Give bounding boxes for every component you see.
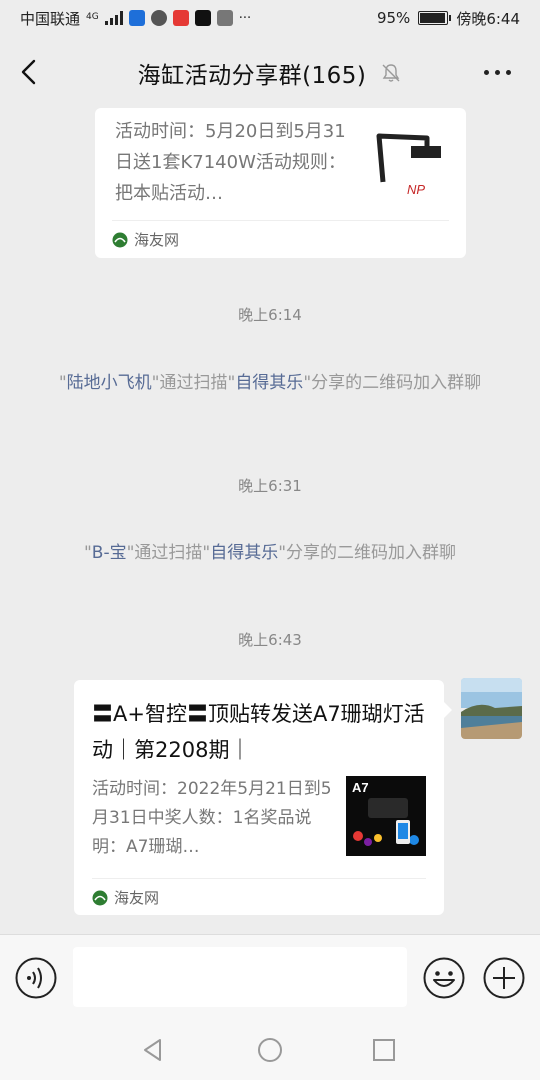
plus-icon[interactable] <box>482 956 526 1000</box>
system-message: "陆地小飞机"通过扫描"自得其乐"分享的二维码加入群聊 <box>40 369 500 397</box>
timestamp: 晚上6:43 <box>238 631 302 649</box>
network-type-label: 4G <box>86 11 99 22</box>
article-thumbnail: A7 <box>346 776 426 856</box>
battery-percent: 95% <box>376 9 411 27</box>
shared-article-card[interactable]: 活动时间：5月20日到5月31日送1套K7140W活动规则：把本贴活动… NP … <box>95 108 466 258</box>
card-title: 〓A+智控〓顶贴转发送A7珊瑚灯活动｜第2208期｜ <box>92 702 425 762</box>
card-source-label: 海友网 <box>134 231 180 249</box>
system-nav-bar <box>0 1020 540 1080</box>
chat-header: 海缸活动分享群(165) <box>0 36 540 110</box>
nav-back-icon[interactable] <box>137 1034 169 1066</box>
inviter-link[interactable]: 自得其乐 <box>210 543 278 563</box>
chat-input-bar <box>0 934 540 1020</box>
signal-icon <box>104 11 123 25</box>
system-message: "B-宝"通过扫描"自得其乐"分享的二维码加入群聊 <box>40 539 500 567</box>
shared-article-card[interactable]: 〓A+智控〓顶贴转发送A7珊瑚灯活动｜第2208期｜ 活动时间：2022年5月2… <box>74 680 452 915</box>
carrier-label: 中国联通 <box>20 9 81 28</box>
thumbnail-title-text: A7 <box>352 780 369 795</box>
quote-mark: " <box>58 373 67 393</box>
status-time: 傍晚6:44 <box>456 9 520 28</box>
system-text: "分享的二维码加入群聊 <box>278 543 457 563</box>
tiktok-icon <box>194 10 211 26</box>
timestamp: 晚上6:14 <box>238 306 302 324</box>
more-dots-icon[interactable] <box>484 60 516 84</box>
timestamp: 晚上6:31 <box>238 477 302 495</box>
app-notification-icon <box>128 10 145 26</box>
nav-recents-icon[interactable] <box>368 1034 400 1066</box>
card-source: 海友网 <box>112 220 449 250</box>
chat-title: 海缸活动分享群(165) <box>137 63 367 89</box>
system-text: "分享的二维码加入群聊 <box>303 373 482 393</box>
avatar[interactable] <box>461 678 522 739</box>
joined-user-link[interactable]: 陆地小飞机 <box>67 373 152 393</box>
status-left: 中国联通 4G ··· <box>20 8 251 29</box>
joined-user-link[interactable]: B-宝 <box>92 543 127 563</box>
haiyou-logo-icon <box>112 232 128 247</box>
chevron-left-icon[interactable] <box>14 56 46 88</box>
card-source-label: 海友网 <box>114 889 160 907</box>
message-input[interactable] <box>73 947 407 1007</box>
system-text: "通过扫描" <box>151 373 236 393</box>
battery-icon <box>418 11 452 25</box>
nav-home-icon[interactable] <box>254 1034 286 1066</box>
card-description: 活动时间：2022年5月21日到5月31日中奖人数：1名奖品说明：A7珊瑚… <box>92 779 332 857</box>
shield-icon <box>150 10 167 26</box>
status-bar: 中国联通 4G ··· 95% 傍晚6:44 <box>0 0 540 36</box>
thumbnail-logo-text: NP <box>407 182 425 197</box>
bell-off-icon <box>382 64 400 82</box>
emoji-icon[interactable] <box>422 956 466 1000</box>
voice-icon[interactable] <box>14 956 58 1000</box>
status-more-icon: ··· <box>238 10 252 26</box>
status-right: 95% 傍晚6:44 <box>377 8 520 29</box>
message-app-icon <box>216 10 233 26</box>
haiyou-logo-icon <box>92 890 108 905</box>
toutiao-icon <box>172 10 189 26</box>
article-thumbnail: NP <box>373 130 445 202</box>
card-source: 海友网 <box>92 878 426 908</box>
quote-mark: " <box>83 543 92 563</box>
card-description: 活动时间：5月20日到5月31日送1套K7140W活动规则：把本贴活动… <box>115 121 346 204</box>
system-text: "通过扫描" <box>126 543 211 563</box>
inviter-link[interactable]: 自得其乐 <box>235 373 303 393</box>
